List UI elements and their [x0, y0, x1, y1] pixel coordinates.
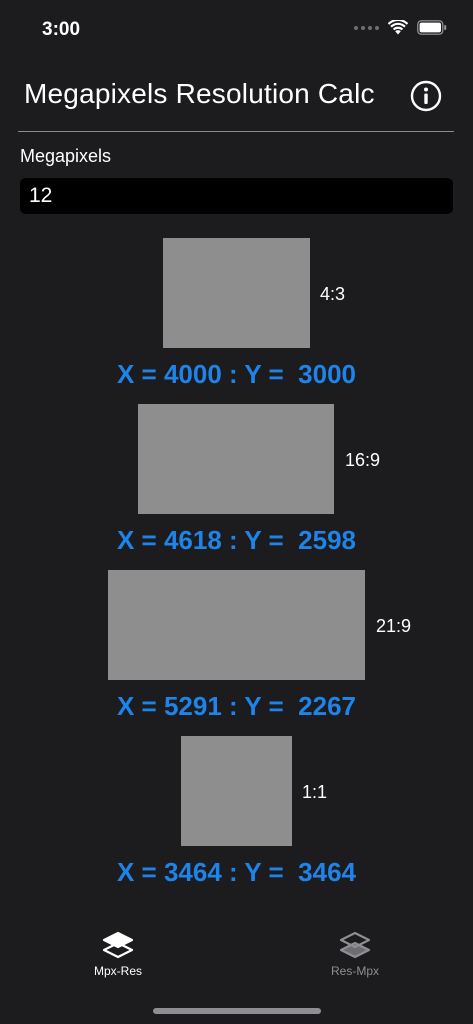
aspect-label-21-9: 21:9	[376, 616, 412, 636]
tab-res-mpx-label: Res-Mpx	[330, 964, 379, 978]
aspect-label-1-1: 1:1	[302, 782, 328, 802]
aspect-box-21-9	[108, 570, 365, 680]
aspect-label-16-9: 16:9	[345, 450, 381, 470]
cellular-signal-icon	[354, 25, 379, 30]
aspect-box-1-1	[181, 736, 292, 846]
status-icons	[354, 20, 447, 35]
tab-mpx-res-label: Mpx-Res	[93, 964, 142, 978]
resolution-result-16-9: X = 4618 : Y = 2598	[116, 525, 356, 555]
resolution-result-4-3: X = 4000 : Y = 3000	[116, 359, 356, 389]
header-divider	[18, 131, 454, 132]
status-bar: 3:00	[0, 0, 473, 56]
resolution-result-21-9: X = 5291 : Y = 2267	[116, 691, 356, 721]
home-indicator	[153, 1008, 321, 1014]
megapixels-label: Megapixels	[20, 146, 112, 166]
tab-res-mpx[interactable]: Res-Mpx	[295, 930, 415, 990]
info-button[interactable]	[410, 80, 442, 112]
resolution-result-1-1: X = 3464 : Y = 3464	[116, 857, 356, 887]
status-time: 3:00	[42, 19, 81, 40]
aspect-box-4-3	[163, 238, 310, 348]
layers-icon	[102, 931, 134, 959]
battery-icon	[417, 20, 447, 35]
wifi-icon	[388, 20, 408, 35]
tab-mpx-res[interactable]: Mpx-Res	[58, 930, 178, 990]
aspect-box-16-9	[138, 404, 334, 514]
page-title: Megapixels Resolution Calc	[24, 78, 375, 109]
aspect-label-4-3: 4:3	[320, 284, 346, 304]
info-icon	[410, 80, 442, 112]
megapixels-input[interactable]	[20, 178, 453, 214]
layers-icon	[339, 931, 371, 959]
navigation-bar: Megapixels Resolution Calc	[0, 74, 473, 124]
